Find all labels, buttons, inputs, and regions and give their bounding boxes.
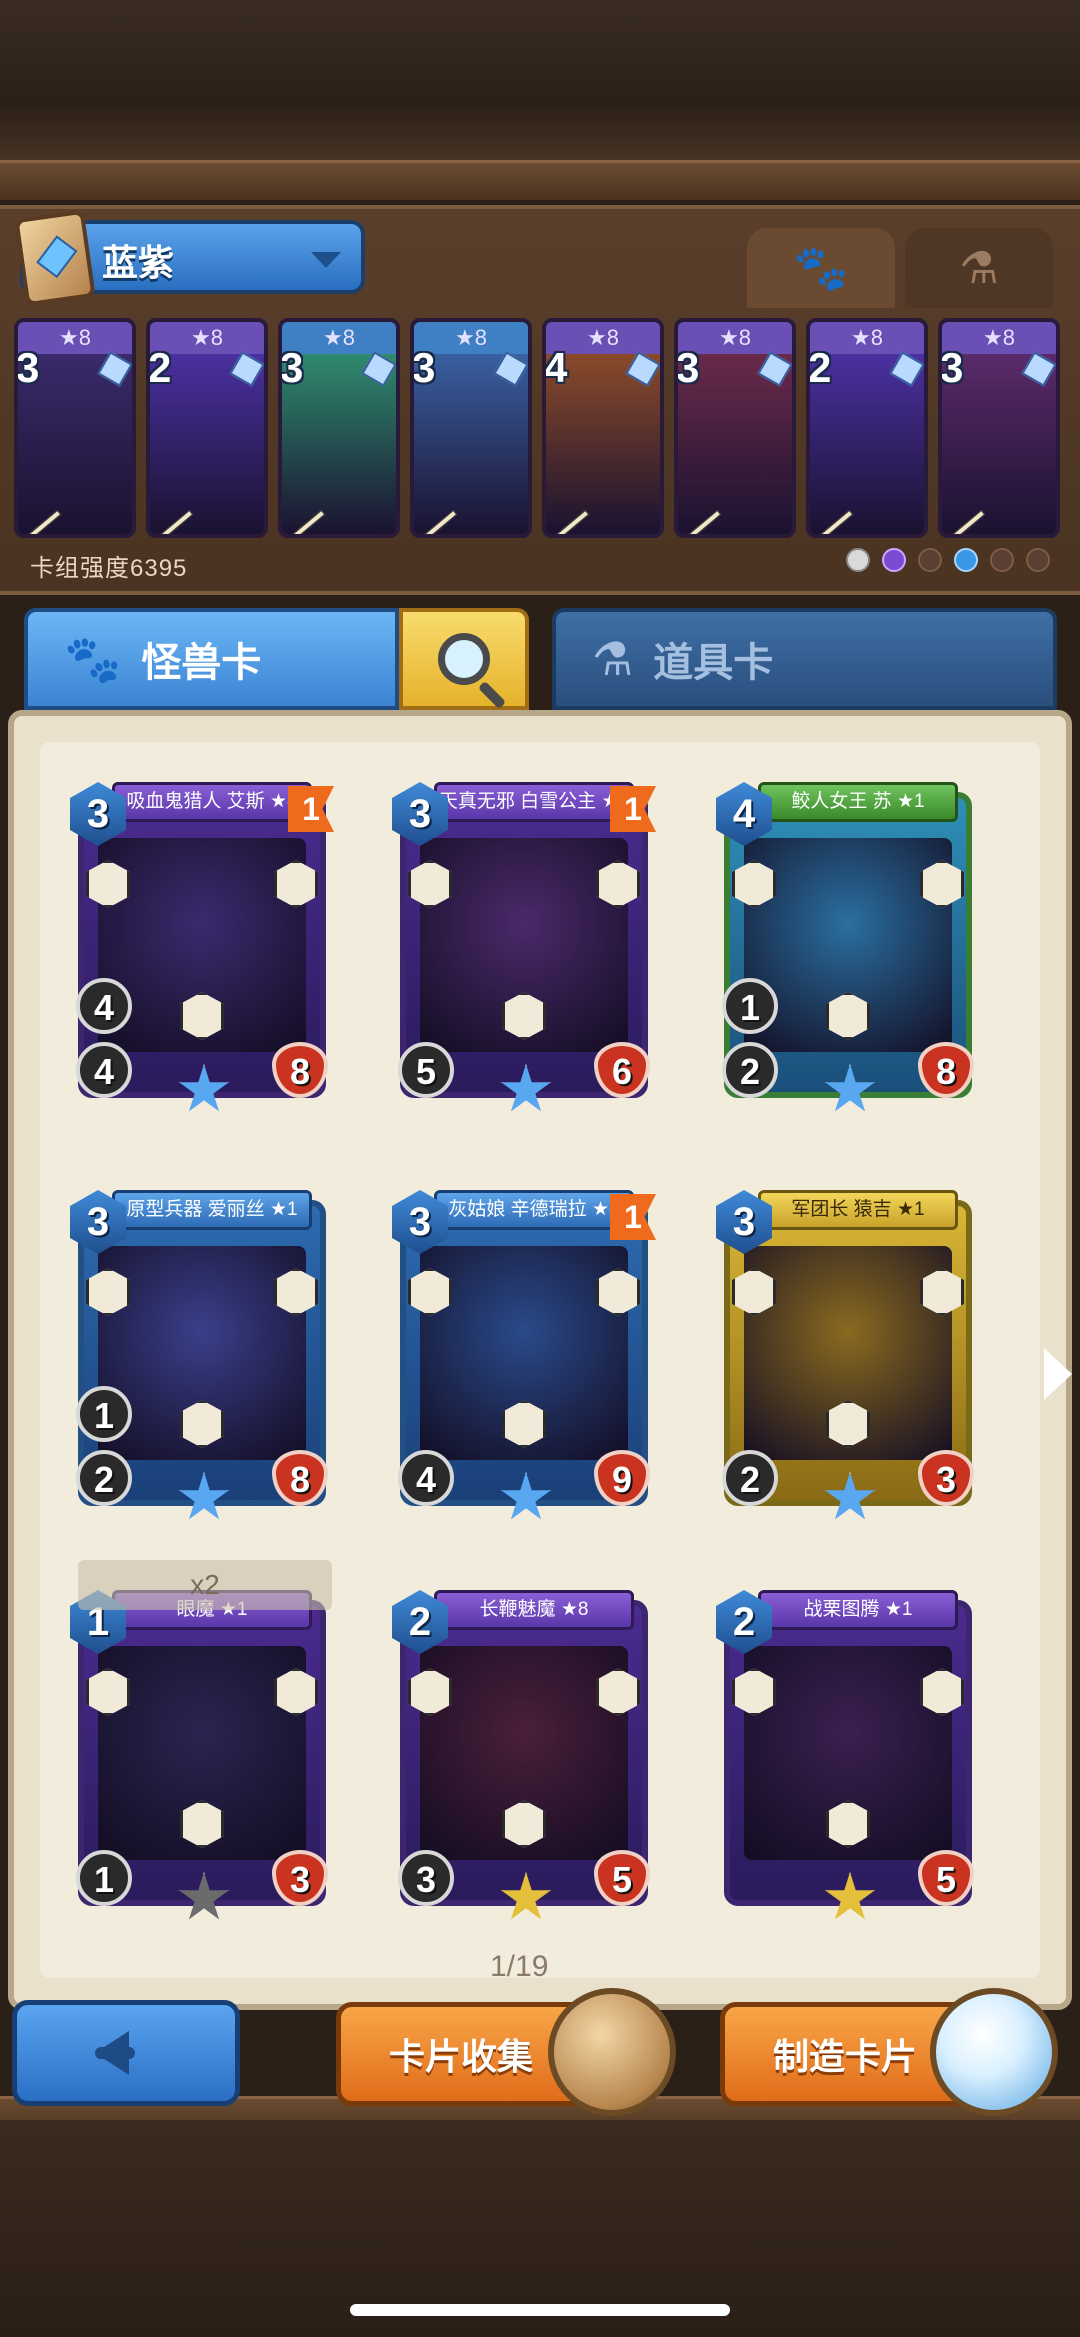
tab-monster-cards[interactable]: 🐾 怪兽卡 [24,608,399,710]
filter-tab-monster[interactable]: 🐾 [747,228,895,308]
card-name-banner: 天真无邪 白雪公主 ★8 [434,782,634,822]
card-attack: 2 [76,1450,132,1506]
tab-item-label: 道具卡 [653,641,774,685]
deck-card-strip: ★8 3 ★8 2 ★8 3 ★8 3 ★8 4 ★8 3 ★8 2 ★8 3 [14,318,1066,538]
deck-power: 卡组强度6395 [30,555,188,582]
deck-name: 蓝紫 [102,242,175,283]
home-indicator [350,2304,730,2316]
deck-card-cost: 4 [544,344,568,391]
card-name-banner: 鲛人女王 苏 ★1 [758,782,958,822]
potion-icon: ⚗ [592,633,634,685]
back-arrow-icon [95,2031,135,2075]
filter-tab-item[interactable]: ⚗ [905,228,1053,308]
craft-card-label: 制造卡片 [773,2036,918,2077]
tab-item-cards[interactable]: ⚗ 道具卡 [552,608,1057,710]
card-attack: 4 [76,1042,132,1098]
next-page-arrow-icon[interactable] [1044,1348,1072,1400]
wind-element-icon[interactable] [990,548,1014,572]
deck-card-cost: 3 [412,344,436,391]
duplicate-count-badge: x2 [78,1560,332,1610]
card-attack: 2 [722,1042,778,1098]
monster-card[interactable]: 鲛人女王 苏 ★1 4 1 2 8 [716,782,980,1122]
paw-potion-icon[interactable] [930,1988,1058,2116]
card-level-flag: 1 [288,786,334,832]
deck-book-icon [14,209,96,307]
dark-element-icon[interactable] [882,548,906,572]
card-attack: 2 [722,1450,778,1506]
deck-card[interactable]: ★8 3 [674,318,796,538]
deck-card-cost: 2 [808,344,832,391]
card-collection-label: 卡片收集 [389,2036,534,2077]
tab-monster-label: 怪兽卡 [141,641,262,685]
deck-card-cost: 3 [676,344,700,391]
deck-card-cost: 2 [148,344,172,391]
monster-card[interactable]: 天真无邪 白雪公主 ★8 3 1 5 6 [392,782,656,1122]
deck-card-cost: 3 [16,344,40,391]
deck-card[interactable]: ★8 3 [410,318,532,538]
paw-icon: 🐾 [793,244,849,293]
card-level-flag: 1 [610,1194,656,1240]
neutral-element-icon[interactable] [846,548,870,572]
card-attack: 1 [76,1850,132,1906]
monster-card[interactable]: 长鞭魅魔 ★8 2 3 5 [392,1590,656,1930]
card-name-banner: 吸血鬼猎人 艾斯 ★8 [112,782,312,822]
deck-card[interactable]: ★8 3 [938,318,1060,538]
deck-selector-dropdown[interactable]: 蓝紫 [14,209,365,307]
monster-card[interactable]: 战栗图腾 ★1 2 5 [716,1590,980,1930]
deck-card[interactable]: ★8 2 [806,318,928,538]
paw-icon: 🐾 [64,632,122,685]
deck-card-cost: 3 [280,344,304,391]
card-name-banner: 长鞭魅魔 ★8 [434,1590,634,1630]
card-attack: 4 [398,1450,454,1506]
card-name-banner: 灰姑娘 辛德瑞拉 ★8 [434,1190,634,1230]
monster-card[interactable]: 原型兵器 爱丽丝 ★1 3 1 2 8 [70,1190,334,1530]
wood-beam [0,160,1080,200]
search-icon [438,633,490,685]
deck-card[interactable]: ★8 3 [278,318,400,538]
monster-card[interactable]: 吸血鬼猎人 艾斯 ★8 3 1 4 4 8 [70,782,334,1122]
element-filter-icons [846,548,1050,572]
card-attack: 5 [398,1042,454,1098]
water-element-icon[interactable] [954,548,978,572]
search-button[interactable] [399,608,529,710]
background-top [0,0,1080,170]
chevron-down-icon [311,252,341,268]
deck-card[interactable]: ★8 4 [542,318,664,538]
card-name-banner: 原型兵器 爱丽丝 ★1 [112,1190,312,1230]
back-button[interactable] [12,2000,240,2106]
card-attack: 3 [398,1850,454,1906]
card-level-flag: 1 [610,786,656,832]
deck-card-cost: 3 [940,344,964,391]
earth-element-icon[interactable] [918,548,942,572]
monster-card[interactable]: 军团长 猿吉 ★1 3 2 3 [716,1190,980,1530]
monster-card[interactable]: 眼魔 ★1113 [70,1590,334,1930]
monster-card[interactable]: 灰姑娘 辛德瑞拉 ★8 3 1 4 9 [392,1190,656,1530]
potion-icon: ⚗ [959,243,999,293]
deck-card[interactable]: ★8 2 [146,318,268,538]
card-name-banner: 战栗图腾 ★1 [758,1590,958,1630]
deck-card[interactable]: ★8 3 [14,318,136,538]
card-book-icon[interactable] [548,1988,676,2116]
card-speed: 4 [76,978,132,1034]
card-speed: 1 [722,978,778,1034]
fire-element-icon[interactable] [1026,548,1050,572]
card-name-banner: 军团长 猿吉 ★1 [758,1190,958,1230]
card-speed: 1 [76,1386,132,1442]
page-indicator: 1/19 [490,1950,549,1983]
